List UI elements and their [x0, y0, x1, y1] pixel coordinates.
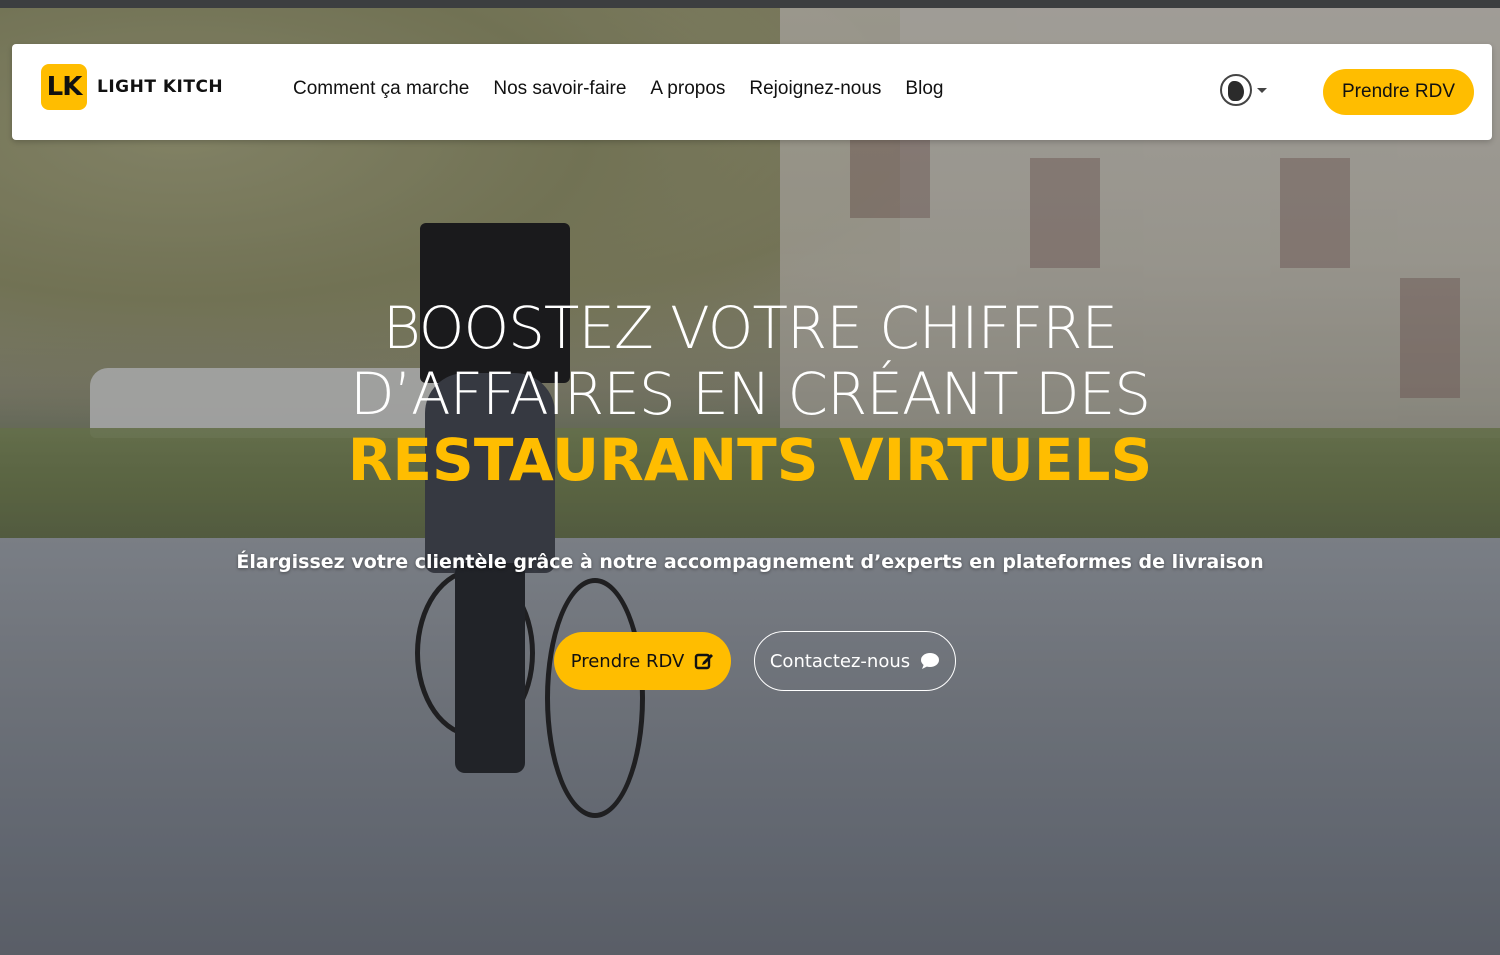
hero-contactez-nous-button[interactable]: Contactez-nous — [754, 631, 956, 691]
logo-mark: LK — [41, 64, 87, 110]
main-navbar: LK LIGHT KITCH Comment ça marche Nos sav… — [12, 44, 1492, 140]
headline-line-1: BOOSTEZ VOTRE CHIFFRE — [382, 294, 1118, 362]
nav-link-a-propos[interactable]: A propos — [650, 78, 725, 100]
headline-accent: RESTAURANTS VIRTUELS — [347, 426, 1153, 494]
chevron-down-icon — [1257, 87, 1267, 93]
hero-contactez-nous-label: Contactez-nous — [769, 650, 911, 672]
hero-subtitle: Élargissez votre clientèle grâce à notre… — [236, 551, 1264, 573]
logo-text: LIGHT KITCH — [97, 77, 224, 97]
nav-link-nos-savoir-faire[interactable]: Nos savoir-faire — [493, 78, 626, 100]
hero-headline: BOOSTEZ VOTRE CHIFFRE D’AFFAIRES EN CRÉA… — [0, 295, 1500, 493]
hero-prendre-rdv-label: Prendre RDV — [570, 650, 685, 672]
hero-prendre-rdv-button[interactable]: Prendre RDV — [554, 632, 731, 690]
browser-top-bar — [0, 0, 1500, 8]
nav-links: Comment ça marche Nos savoir-faire A pro… — [293, 78, 967, 100]
globe-icon — [1220, 74, 1252, 106]
nav-prendre-rdv-button[interactable]: Prendre RDV — [1323, 69, 1474, 115]
edit-icon — [694, 651, 714, 671]
nav-link-comment-ca-marche[interactable]: Comment ça marche — [293, 78, 469, 100]
brand-logo[interactable]: LK LIGHT KITCH — [41, 64, 223, 110]
language-selector[interactable] — [1220, 74, 1267, 106]
nav-link-rejoignez-nous[interactable]: Rejoignez-nous — [749, 78, 881, 100]
chat-bubble-icon — [920, 651, 940, 671]
headline-line-2: D’AFFAIRES EN CRÉANT DES — [349, 360, 1151, 428]
nav-link-blog[interactable]: Blog — [905, 78, 943, 100]
